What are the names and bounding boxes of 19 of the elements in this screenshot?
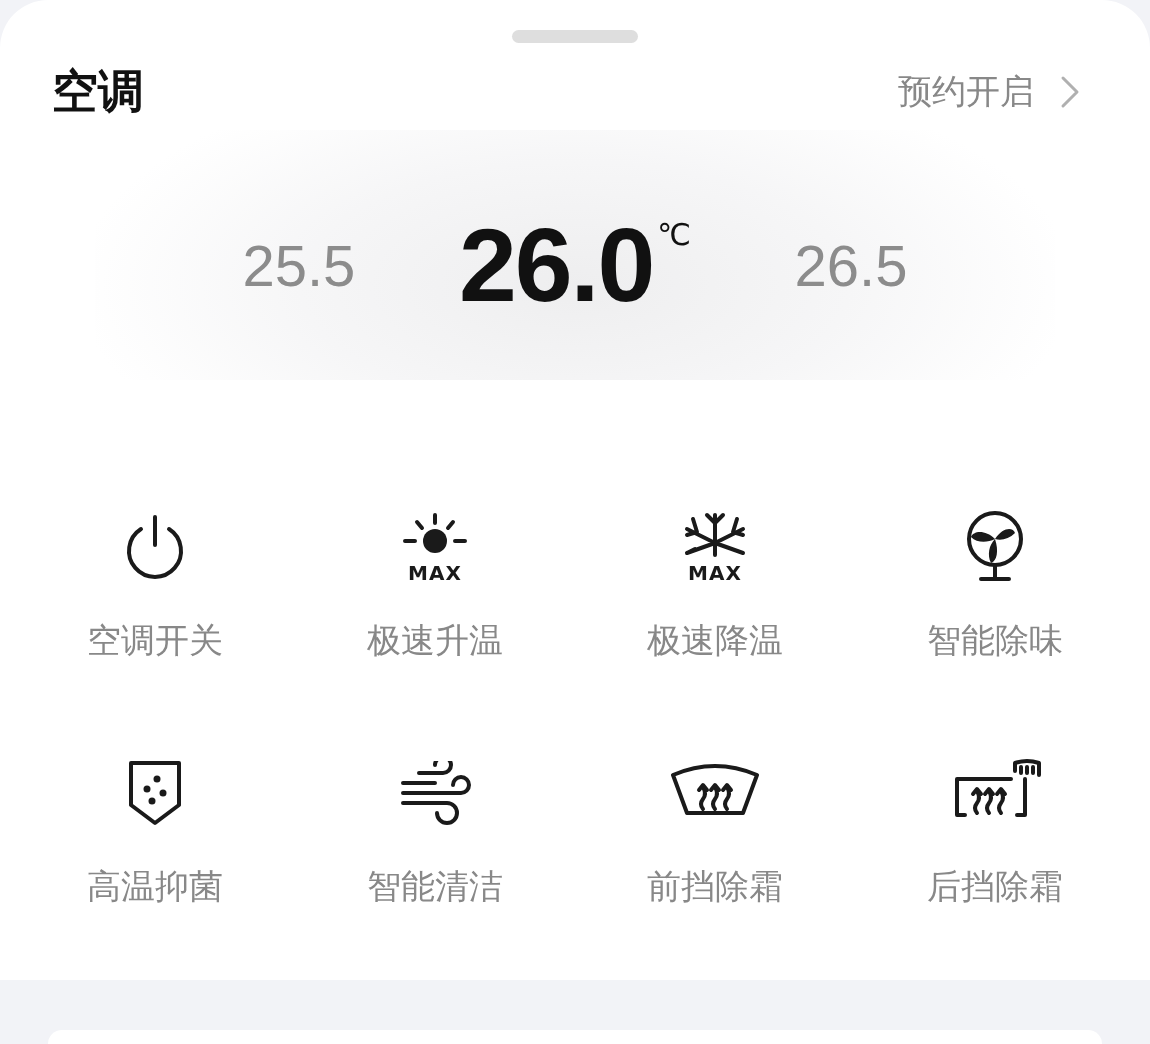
temperature-option[interactable]: 26.5 xyxy=(766,231,937,299)
max-label: MAX xyxy=(408,563,462,583)
function-label[interactable]: 智能除味 xyxy=(927,618,1063,664)
function-label[interactable]: 智能清洁 xyxy=(367,864,503,910)
function-label[interactable]: 后挡除霜 xyxy=(927,864,1063,910)
chevron-icon xyxy=(1060,75,1080,109)
current-temperature: 26.0 xyxy=(458,213,654,317)
max-label: MAX xyxy=(688,563,742,583)
function-label[interactable]: 极速降温 xyxy=(647,618,783,664)
schedule-link[interactable]: 预约开启 xyxy=(898,69,1080,115)
function-label[interactable]: 前挡除霜 xyxy=(647,864,783,910)
temperature-option[interactable]: 25.5 xyxy=(213,231,384,299)
temperature-unit: ℃ xyxy=(657,217,692,252)
function-label[interactable]: 高温抑菌 xyxy=(87,864,223,910)
function-label[interactable]: 极速升温 xyxy=(367,618,503,664)
function-label[interactable]: 空调开关 xyxy=(87,618,223,664)
panel-title: 空调 xyxy=(52,63,144,120)
drag-handle[interactable] xyxy=(512,30,638,43)
wind-icon[interactable] xyxy=(399,761,471,825)
